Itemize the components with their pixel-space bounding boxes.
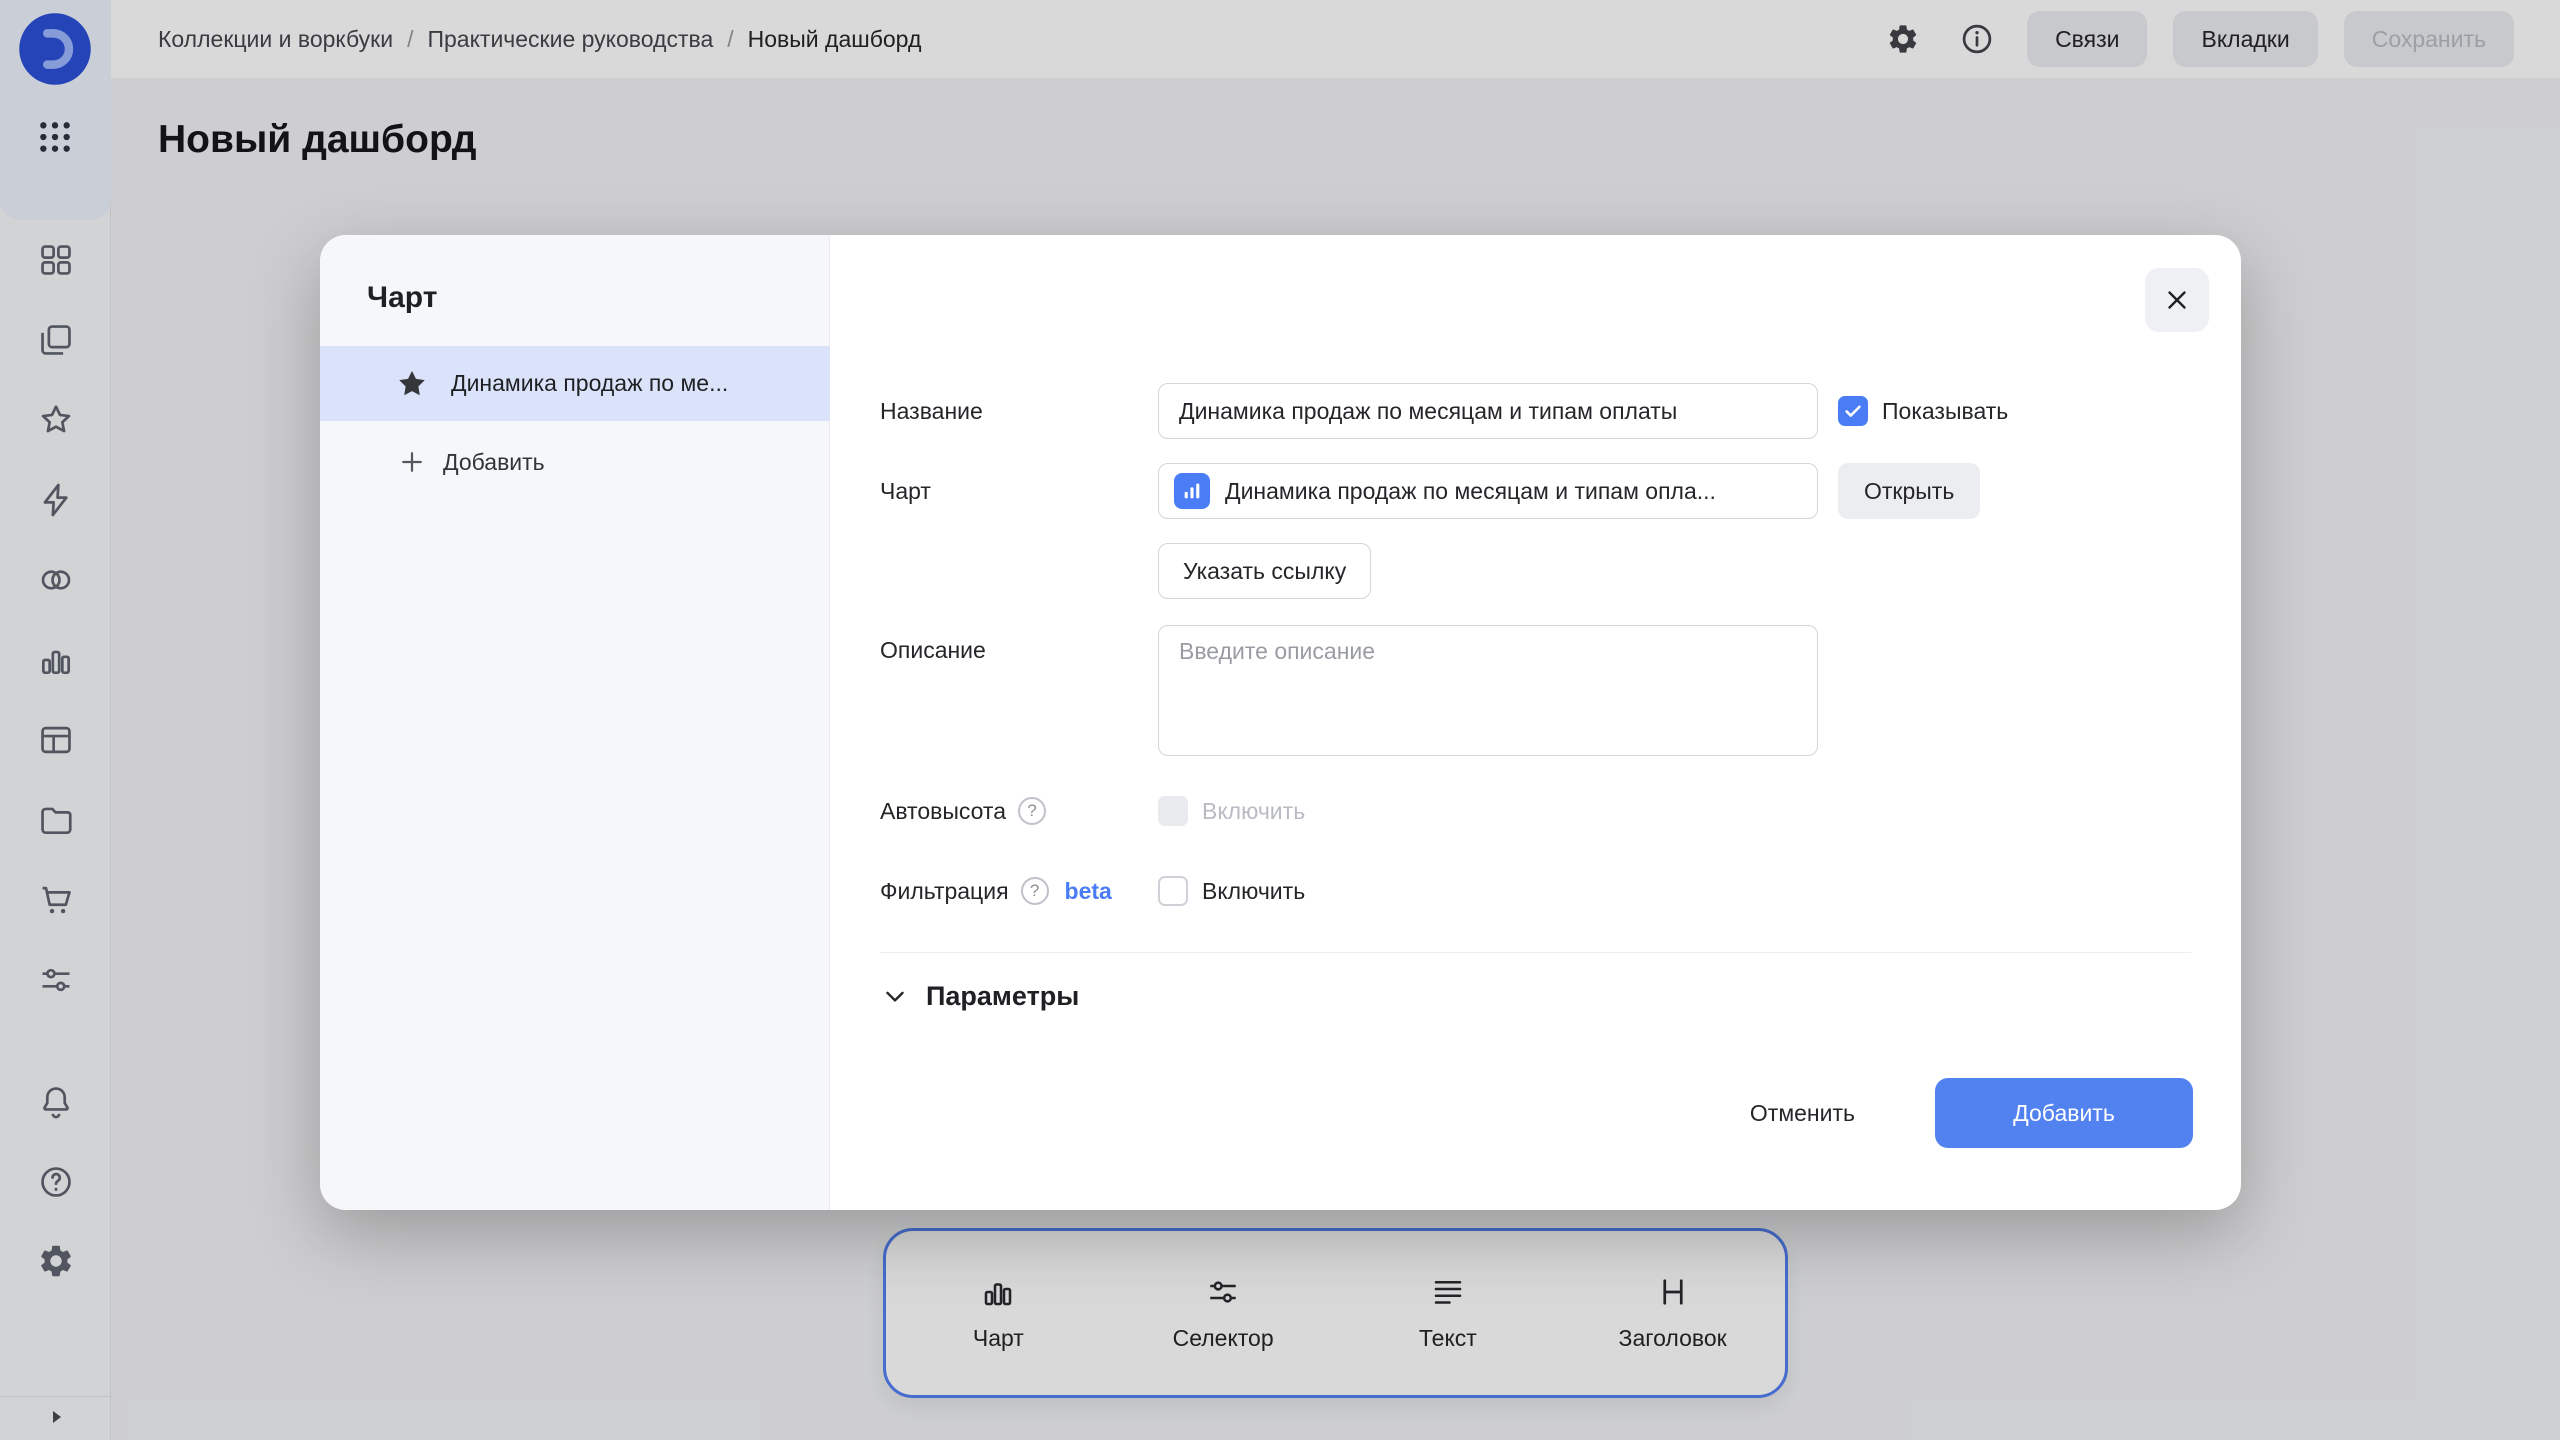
specify-link-button[interactable]: Указать ссылку: [1158, 543, 1372, 599]
autoheight-checkbox-label: Включить: [1202, 797, 1306, 824]
description-label: Описание: [880, 637, 986, 663]
params-section-title: Параметры: [926, 980, 1080, 1011]
filtering-checkbox[interactable]: [1158, 876, 1188, 906]
chart-reference-field[interactable]: Динамика продаж по месяцам и типам опла.…: [1158, 463, 1818, 519]
add-label: Добавить: [443, 448, 545, 475]
chevron-down-icon: [880, 981, 910, 1011]
plus-icon: [397, 447, 427, 477]
show-checkbox[interactable]: [1838, 396, 1868, 426]
chart-reference-name: Динамика продаж по месяцам и типам опла.…: [1225, 477, 1716, 504]
beta-badge: beta: [1064, 877, 1112, 904]
dialog-left-panel: Чарт Динамика продаж по ме... Добавить: [320, 235, 830, 1210]
chart-list-item-label: Динамика продаж по ме...: [451, 370, 729, 396]
chart-list-item-selected[interactable]: Динамика продаж по ме...: [320, 346, 830, 421]
add-chart-dialog: Чарт Динамика продаж по ме... Добавить Н…: [320, 235, 2241, 1210]
chart-label: Чарт: [880, 477, 931, 504]
filtering-help-icon[interactable]: ?: [1020, 877, 1049, 905]
autoheight-label: Автовысота: [880, 797, 1006, 824]
name-label: Название: [880, 397, 983, 424]
star-filled-icon: [395, 367, 429, 401]
add-chart-list-item-button[interactable]: Добавить: [320, 438, 830, 486]
chart-type-icon: [1174, 473, 1210, 509]
close-icon[interactable]: [2145, 268, 2209, 332]
autoheight-row: Автовысота ? Включить: [880, 787, 2191, 835]
chart-row: Чарт Динамика продаж по месяцам и типам …: [880, 463, 2191, 519]
dialog-footer: Отменить Добавить: [830, 1078, 2193, 1148]
name-row: Название Показывать: [880, 383, 2191, 439]
show-checkbox-label: Показывать: [1882, 397, 2009, 424]
cancel-button[interactable]: Отменить: [1726, 1078, 1879, 1148]
filtering-checkbox-label: Включить: [1202, 877, 1306, 904]
params-divider: [880, 952, 2191, 953]
filtering-label-wrap: Фильтрация ? beta: [880, 877, 1158, 905]
app-root: Коллекции и воркбуки / Практические руко…: [0, 0, 2560, 1440]
autoheight-help-icon[interactable]: ?: [1017, 797, 1046, 825]
open-chart-button[interactable]: Открыть: [1838, 463, 1981, 519]
description-textarea[interactable]: [1158, 625, 1818, 756]
add-button[interactable]: Добавить: [1935, 1078, 2193, 1148]
dialog-form: Название Показывать Чарт: [830, 235, 2241, 1210]
link-row: Указать ссылку: [880, 543, 2191, 599]
name-input[interactable]: [1158, 383, 1818, 439]
autoheight-label-wrap: Автовысота ?: [880, 797, 1158, 825]
autoheight-checkbox[interactable]: [1158, 796, 1188, 826]
params-section-toggle[interactable]: Параметры: [880, 972, 1079, 1020]
description-row: Описание: [880, 625, 2191, 756]
filtering-row: Фильтрация ? beta Включить: [880, 867, 2191, 915]
dialog-title: Чарт: [367, 281, 438, 314]
filtering-label: Фильтрация: [880, 877, 1009, 904]
